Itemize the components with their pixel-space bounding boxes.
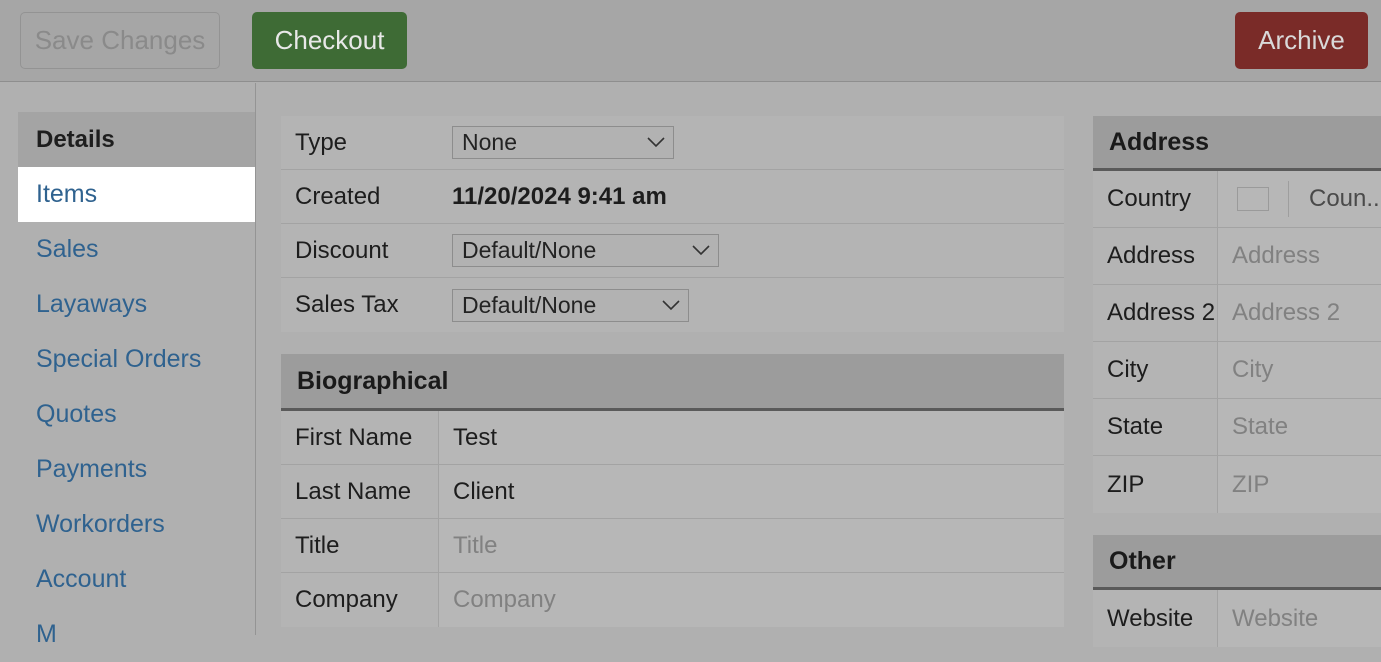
- row-title: Title Title: [281, 519, 1064, 573]
- right-column: Address Country Coun... Address Address …: [1093, 116, 1381, 647]
- type-label: Type: [295, 128, 348, 156]
- company-label: Company: [295, 586, 398, 613]
- sidebar-item-sales[interactable]: Sales: [18, 222, 255, 277]
- title-field[interactable]: Title: [438, 519, 1064, 572]
- address-panel: Address Country Coun... Address Address …: [1093, 116, 1381, 513]
- biographical-panel: Biographical First Name Test Last Name C…: [281, 354, 1064, 627]
- checkout-button[interactable]: Checkout: [252, 12, 407, 69]
- row-country: Country Coun...: [1093, 171, 1381, 228]
- save-changes-button[interactable]: Save Changes: [20, 12, 220, 69]
- country-field[interactable]: Coun...: [1217, 171, 1381, 227]
- other-section-title: Other: [1093, 535, 1381, 590]
- state-field[interactable]: State: [1217, 399, 1381, 455]
- row-state: State State: [1093, 399, 1381, 456]
- country-label: Country: [1107, 185, 1192, 212]
- created-value: 11/20/2024 9:41 am: [452, 182, 667, 210]
- zip-field[interactable]: ZIP: [1217, 456, 1381, 513]
- row-website: Website Website: [1093, 590, 1381, 647]
- top-toolbar: Save Changes Checkout Archive: [0, 0, 1381, 82]
- country-value: Coun...: [1309, 185, 1381, 212]
- website-label: Website: [1107, 604, 1194, 632]
- state-label: State: [1107, 413, 1164, 440]
- sidebar-item-account[interactable]: Account: [18, 552, 255, 607]
- row-address-2: Address 2 Address 2: [1093, 285, 1381, 342]
- title-label: Title: [295, 531, 340, 559]
- city-field[interactable]: City: [1217, 342, 1381, 398]
- sales-tax-select-value: Default/None: [462, 291, 597, 318]
- type-select[interactable]: None: [452, 126, 674, 159]
- biographical-section-title: Biographical: [281, 354, 1064, 411]
- other-panel: Other Website Website: [1093, 535, 1381, 647]
- discount-select-value: Default/None: [462, 237, 597, 263]
- sales-tax-select[interactable]: Default/None: [452, 288, 689, 322]
- created-label: Created: [295, 182, 381, 210]
- sales-tax-label: Sales Tax: [295, 291, 399, 318]
- first-name-label: First Name: [295, 423, 413, 451]
- row-company: Company Company: [281, 573, 1064, 627]
- row-city: City City: [1093, 342, 1381, 399]
- flag-placeholder-icon: [1237, 187, 1269, 211]
- address-2-label: Address 2: [1107, 299, 1216, 326]
- row-created: Created 11/20/2024 9:41 am: [281, 170, 1064, 224]
- chevron-down-icon: [676, 245, 710, 256]
- sidebar-item-details[interactable]: Details: [18, 112, 255, 167]
- discount-select[interactable]: Default/None: [452, 234, 719, 267]
- sidebar-item-layaways[interactable]: Layaways: [18, 277, 255, 332]
- sidebar-item-items[interactable]: Items: [18, 167, 255, 222]
- row-address: Address Address: [1093, 228, 1381, 285]
- city-label: City: [1107, 356, 1149, 383]
- content-area: Details Items Sales Layaways Special Ord…: [0, 83, 1381, 648]
- address-label: Address: [1107, 242, 1196, 269]
- discount-label: Discount: [295, 236, 389, 264]
- row-zip: ZIP ZIP: [1093, 456, 1381, 513]
- sidebar: Details Items Sales Layaways Special Ord…: [0, 83, 256, 648]
- panel-spacer: [281, 332, 1064, 354]
- summary-panel: Type None Created 11/20/2024 9:41 am Dis…: [281, 116, 1064, 332]
- address-2-field[interactable]: Address 2: [1217, 285, 1381, 341]
- sidebar-nav: Details Items Sales Layaways Special Ord…: [18, 112, 255, 662]
- main-form-column: Type None Created 11/20/2024 9:41 am Dis…: [281, 116, 1064, 627]
- chevron-down-icon: [646, 299, 680, 311]
- type-select-value: None: [462, 129, 517, 155]
- website-field[interactable]: Website: [1217, 590, 1381, 647]
- sidebar-item-workorders[interactable]: Workorders: [18, 497, 255, 552]
- sidebar-item-payments[interactable]: Payments: [18, 442, 255, 497]
- discount-value-cell: Default/None: [438, 224, 1064, 277]
- sales-tax-value-cell: Default/None: [438, 278, 1064, 332]
- row-first-name: First Name Test: [281, 411, 1064, 465]
- address-section-title: Address: [1093, 116, 1381, 171]
- address-field[interactable]: Address: [1217, 228, 1381, 284]
- last-name-field[interactable]: Client: [438, 465, 1064, 518]
- last-name-label: Last Name: [295, 477, 412, 505]
- zip-label: ZIP: [1107, 470, 1145, 498]
- sidebar-item-quotes[interactable]: Quotes: [18, 387, 255, 442]
- row-sales-tax: Sales Tax Default/None: [281, 278, 1064, 332]
- first-name-field[interactable]: Test: [438, 411, 1064, 464]
- divider: [1288, 181, 1289, 217]
- row-last-name: Last Name Client: [281, 465, 1064, 519]
- chevron-down-icon: [631, 137, 665, 148]
- archive-button[interactable]: Archive: [1235, 12, 1368, 69]
- type-value-cell: None: [438, 116, 1064, 169]
- row-type: Type None: [281, 116, 1064, 170]
- row-discount: Discount Default/None: [281, 224, 1064, 278]
- company-field[interactable]: Company: [438, 573, 1064, 627]
- panel-spacer: [1093, 513, 1381, 535]
- sidebar-item-special-orders[interactable]: Special Orders: [18, 332, 255, 387]
